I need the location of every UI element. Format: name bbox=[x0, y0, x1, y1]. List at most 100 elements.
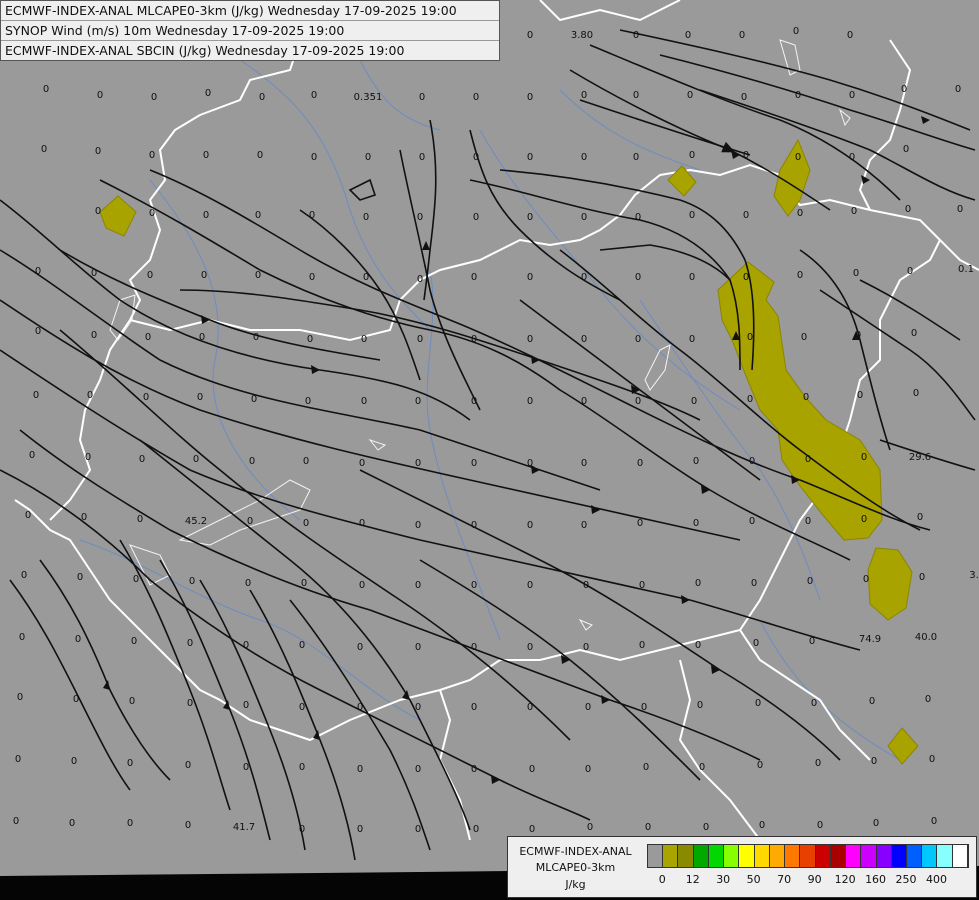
station-value: 0 bbox=[77, 572, 83, 583]
station-value: 0 bbox=[873, 818, 879, 829]
station-value: 0 bbox=[861, 514, 867, 525]
station-value: 0 bbox=[855, 330, 861, 341]
station-value: 0 bbox=[415, 824, 421, 835]
station-value: 0 bbox=[203, 150, 209, 161]
station-value: 0 bbox=[527, 520, 533, 531]
station-value: 0 bbox=[193, 454, 199, 465]
station-value: 0 bbox=[755, 698, 761, 709]
station-value: 0 bbox=[471, 396, 477, 407]
station-value: 0 bbox=[17, 692, 23, 703]
station-value: 0 bbox=[247, 516, 253, 527]
station-value: 0 bbox=[581, 520, 587, 531]
station-value: 0 bbox=[419, 92, 425, 103]
station-value: 0 bbox=[243, 762, 249, 773]
station-value: 0 bbox=[127, 758, 133, 769]
station-value: 0 bbox=[699, 762, 705, 773]
station-value: 0 bbox=[303, 456, 309, 467]
station-value: 0 bbox=[527, 152, 533, 163]
station-value: 0 bbox=[143, 392, 149, 403]
station-value: 0 bbox=[87, 390, 93, 401]
station-value: 0 bbox=[415, 580, 421, 591]
station-value: 0 bbox=[645, 822, 651, 833]
station-value: 0 bbox=[685, 30, 691, 41]
station-value: 0.1 bbox=[958, 264, 974, 275]
station-value: 0 bbox=[245, 578, 251, 589]
station-value: 0 bbox=[309, 210, 315, 221]
station-value: 0 bbox=[633, 152, 639, 163]
map-canvas: 0.063.60003.80000000000000.3510000000000… bbox=[0, 0, 979, 900]
station-value: 0 bbox=[903, 144, 909, 155]
station-value: 0 bbox=[585, 702, 591, 713]
header-line-wind: SYNOP Wind (m/s) 10m Wednesday 17-09-202… bbox=[1, 21, 499, 41]
station-value: 0 bbox=[359, 518, 365, 529]
station-value: 0 bbox=[743, 210, 749, 221]
station-value: 0 bbox=[703, 822, 709, 833]
legend-tick-labels: 0 12 30 50 70 90 120 160 250 400 bbox=[647, 873, 967, 887]
station-value: 0 bbox=[41, 144, 47, 155]
station-value: 0 bbox=[471, 272, 477, 283]
station-value: 0 bbox=[693, 518, 699, 529]
station-value: 0 bbox=[913, 388, 919, 399]
station-value: 0 bbox=[357, 764, 363, 775]
station-value: 0 bbox=[249, 456, 255, 467]
station-value: 0 bbox=[581, 152, 587, 163]
station-value: 0 bbox=[691, 396, 697, 407]
legend-swatch bbox=[937, 845, 953, 867]
station-value: 0 bbox=[635, 396, 641, 407]
station-value: 0 bbox=[527, 92, 533, 103]
legend-swatch bbox=[906, 845, 923, 867]
station-value: 0 bbox=[635, 334, 641, 345]
station-value: 0 bbox=[471, 334, 477, 345]
cape-area bbox=[99, 195, 137, 237]
station-value: 0 bbox=[743, 150, 749, 161]
station-value: 0 bbox=[587, 822, 593, 833]
station-value: 0 bbox=[419, 152, 425, 163]
station-value: 0 bbox=[811, 698, 817, 709]
legend-unit: J/kg bbox=[565, 878, 586, 891]
legend-swatch bbox=[769, 845, 786, 867]
station-value: 0 bbox=[581, 334, 587, 345]
station-value: 0 bbox=[415, 396, 421, 407]
station-value: 0 bbox=[581, 396, 587, 407]
station-value: 0 bbox=[759, 820, 765, 831]
station-value: 0 bbox=[471, 458, 477, 469]
station-value: 0 bbox=[185, 820, 191, 831]
station-value: 0 bbox=[149, 150, 155, 161]
station-value: 0 bbox=[795, 90, 801, 101]
station-value: 0 bbox=[797, 270, 803, 281]
weather-map: 0.063.60003.80000000000000.3510000000000… bbox=[0, 0, 979, 900]
station-value: 0 bbox=[299, 762, 305, 773]
station-value: 0 bbox=[309, 272, 315, 283]
station-value: 0 bbox=[955, 84, 961, 95]
station-value: 0 bbox=[415, 458, 421, 469]
station-value: 0 bbox=[925, 694, 931, 705]
legend-swatch bbox=[952, 845, 968, 867]
station-value: 0 bbox=[749, 456, 755, 467]
station-value: 0 bbox=[643, 762, 649, 773]
station-value: 0 bbox=[749, 516, 755, 527]
station-value: 0 bbox=[129, 696, 135, 707]
station-value: 0 bbox=[473, 92, 479, 103]
legend-tick: 160 bbox=[865, 873, 887, 886]
station-value: 0 bbox=[905, 204, 911, 215]
station-value: 0 bbox=[637, 458, 643, 469]
station-value: 0 bbox=[199, 332, 205, 343]
legend-swatch bbox=[663, 845, 679, 867]
station-value: 0 bbox=[147, 270, 153, 281]
station-value: 0 bbox=[697, 700, 703, 711]
station-value: 0 bbox=[187, 638, 193, 649]
station-value: 0 bbox=[205, 88, 211, 99]
station-value: 0 bbox=[747, 332, 753, 343]
station-value: 0 bbox=[361, 334, 367, 345]
station-value: 0 bbox=[365, 152, 371, 163]
legend-swatch bbox=[861, 845, 877, 867]
station-value: 0 bbox=[471, 642, 477, 653]
station-value: 0 bbox=[527, 272, 533, 283]
legend-color-scale bbox=[647, 844, 969, 868]
station-value: 0 bbox=[853, 268, 859, 279]
station-value: 0 bbox=[33, 390, 39, 401]
station-value: 0 bbox=[91, 268, 97, 279]
station-value: 0 bbox=[639, 640, 645, 651]
header-line-cape: ECMWF-INDEX-ANAL MLCAPE0-3km (J/kg) Wedn… bbox=[1, 1, 499, 21]
station-value: 0 bbox=[741, 92, 747, 103]
